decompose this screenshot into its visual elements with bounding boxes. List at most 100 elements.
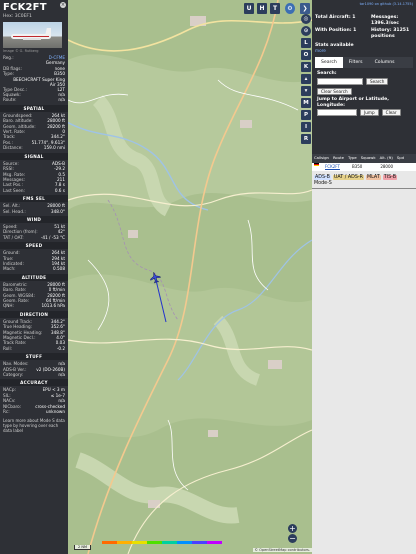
fields-top: Reg.: D-CFME Germany DB flags: none Type: B350 xyxy=(0,55,68,77)
tab-filters[interactable]: Filters xyxy=(343,57,369,68)
cell-callsign: FCK2FT xyxy=(325,164,340,169)
zoom-controls: + − xyxy=(288,524,298,544)
btn-u[interactable]: U xyxy=(244,3,254,14)
aircraft-list-panel: tar1090 on github (3.14.1755) Total Airc… xyxy=(312,0,416,554)
info-row: Roll: -0.2 xyxy=(0,346,68,351)
zoom-in-button[interactable]: + xyxy=(288,524,297,533)
photo-wing xyxy=(23,38,41,40)
mode-s-label: Mode-S xyxy=(314,181,332,186)
fields-mid: Type Desc.: L2T Squawk: n/a Route: n/a xyxy=(0,87,68,103)
section-header-stuff: STUFF xyxy=(0,353,68,361)
app-root: FCK2FT Hex: 3C0EF1 × Image © G. Rutberg … xyxy=(0,0,416,554)
tab-columns[interactable]: Columns xyxy=(369,57,401,68)
source-legend: ADS-B UAT / ADS-R MLAT TIS-B xyxy=(312,171,416,181)
btn-i[interactable]: I xyxy=(301,122,311,132)
info-label: Reg.: xyxy=(3,55,14,60)
stats-header: tar1090 on github (3.14.1755) Total Airc… xyxy=(312,0,416,154)
info-label: Mach: xyxy=(3,266,16,272)
reset-map-icon[interactable]: ⊙ xyxy=(301,26,311,36)
altitude-legend xyxy=(102,541,222,547)
chevron-up-icon[interactable]: ▴ xyxy=(301,74,311,84)
search-area: Search: Search Clear Search Jump to Airp… xyxy=(315,68,413,116)
settings-gear-icon[interactable]: ⚙ xyxy=(285,3,295,14)
btn-h[interactable]: H xyxy=(257,3,267,14)
info-label: Route: xyxy=(3,97,17,103)
legend-swatch xyxy=(207,541,222,544)
info-footer: Learn more about Mode S data type by hov… xyxy=(3,417,65,433)
section-header-signal: SIGNAL xyxy=(0,152,68,160)
section-header-fms-sel: FMS SEL xyxy=(0,195,68,203)
info-value: B350 xyxy=(54,71,65,77)
map-attribution[interactable]: © OpenStreetMap contributors. xyxy=(252,548,312,552)
type-full: BEECHCRAFT Super King Air 350 xyxy=(0,77,68,87)
info-label: Distance: xyxy=(3,145,23,151)
info-label: Rc: xyxy=(3,409,10,415)
btn-k[interactable]: K xyxy=(301,62,311,72)
column-header[interactable]: Squawk xyxy=(361,154,376,163)
search-label: Search: xyxy=(317,71,337,76)
column-header[interactable]: Spd xyxy=(397,154,404,163)
jump-input[interactable] xyxy=(317,109,357,116)
history-positions: History: 31251 positions xyxy=(371,28,410,39)
map-canvas[interactable] xyxy=(68,0,312,554)
info-label: Type: xyxy=(3,71,15,77)
section-header-accuracy: ACCURACY xyxy=(0,379,68,387)
stat-row: With Position: 1 History: 31251 position… xyxy=(315,28,413,39)
zoom-out-button[interactable]: − xyxy=(288,534,297,543)
map-view[interactable]: U H T ⚙ ❯ ◎ ⊙ L O K ▴ ▾ M P I R + − 2 NM xyxy=(68,0,312,554)
btn-m[interactable]: M xyxy=(301,98,311,108)
photo-stripe xyxy=(13,36,49,37)
info-value: 348.0° xyxy=(50,208,65,214)
layers-icon[interactable]: ◎ xyxy=(301,14,311,24)
btn-r[interactable]: R xyxy=(301,134,311,144)
jump-button[interactable]: Jump xyxy=(360,109,379,116)
info-row: Last Seen: 0.6 s xyxy=(0,188,68,193)
source-tis-b: TIS-B xyxy=(382,175,397,180)
info-value: -41 / -53 °C xyxy=(40,234,65,240)
clear-search-button[interactable]: Clear Search xyxy=(317,88,352,95)
tab-search[interactable]: Search xyxy=(315,57,343,68)
info-value: n/a xyxy=(58,97,65,103)
search-input[interactable] xyxy=(317,78,363,85)
photo-credit: Image © G. Rutberg xyxy=(3,49,39,53)
source-ads-b: ADS-B xyxy=(314,175,331,180)
btn-l[interactable]: L xyxy=(301,38,311,48)
jump-row: Jump Clear xyxy=(317,109,411,116)
callsign: FCK2FT xyxy=(3,2,47,13)
with-position: With Position: 1 xyxy=(315,28,357,33)
total-aircraft: Total Aircraft: 1 xyxy=(315,15,356,20)
legend-swatch xyxy=(147,541,162,544)
info-value: 0.6 s xyxy=(54,187,65,193)
aircraft-info-panel: FCK2FT Hex: 3C0EF1 × Image © G. Rutberg … xyxy=(0,0,68,554)
btn-p[interactable]: P xyxy=(301,110,311,120)
legend-swatch xyxy=(132,541,147,544)
type-full-line1: BEECHCRAFT Super King xyxy=(13,76,65,82)
source-uat-ads-r: UAT / ADS-R xyxy=(332,175,364,180)
close-icon[interactable]: × xyxy=(60,2,66,8)
info-row: Mach: 0.508 xyxy=(0,266,68,271)
column-header[interactable]: Alt. (ft) xyxy=(380,154,393,163)
info-label: QNH: xyxy=(3,303,14,309)
legend-swatch xyxy=(117,541,132,544)
search-button[interactable]: Search xyxy=(366,78,389,85)
aircraft-photo[interactable] xyxy=(3,22,62,48)
btn-t[interactable]: T xyxy=(270,3,280,14)
panel-tabs: Search Filters Columns xyxy=(315,57,413,68)
info-value: 1013.6 hPa xyxy=(41,303,65,309)
table-row[interactable]: FCK2FT B350 28000 xyxy=(312,163,416,171)
column-header[interactable]: Route xyxy=(333,154,344,163)
info-header: FCK2FT Hex: 3C0EF1 × xyxy=(0,0,68,19)
legend-swatch xyxy=(162,541,177,544)
stats-more-link[interactable]: more xyxy=(315,48,413,53)
section-header-direction: DIRECTION xyxy=(0,310,68,318)
info-row: Category: n/a xyxy=(0,372,68,377)
chevron-down-icon[interactable]: ▾ xyxy=(301,86,311,96)
hex-label: Hex: xyxy=(3,14,14,19)
github-link[interactable]: tar1090 on github (3.14.1755) xyxy=(315,2,413,6)
clear-button[interactable]: Clear xyxy=(381,109,401,116)
section-header-spatial: SPATIAL xyxy=(0,104,68,112)
column-header[interactable]: Callsign xyxy=(314,154,329,163)
expand-panel-icon[interactable]: ❯ xyxy=(300,3,310,14)
column-header[interactable]: Type xyxy=(348,154,357,163)
btn-o[interactable]: O xyxy=(301,50,311,60)
